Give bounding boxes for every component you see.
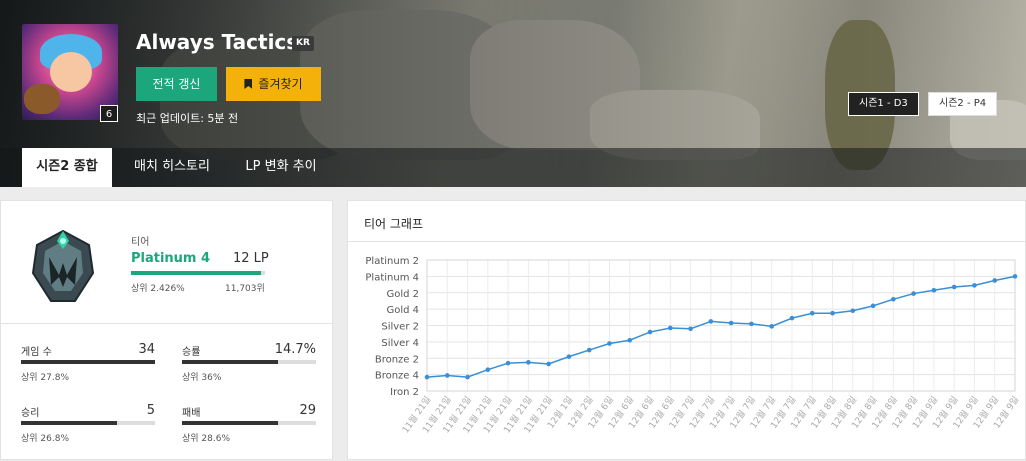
y-tick-label: Silver 4: [381, 338, 419, 349]
data-point: [830, 310, 835, 316]
lp-progress-fill: [131, 271, 261, 275]
stat-label: 승리: [21, 408, 40, 419]
y-tick-label: Platinum 2: [365, 256, 419, 267]
level-badge: 6: [100, 105, 118, 122]
data-point: [485, 367, 491, 373]
tab-match-history[interactable]: 매치 히스토리: [130, 148, 214, 187]
y-tick-label: Platinum 4: [365, 272, 419, 283]
stat-bar-fill: [21, 421, 118, 425]
data-point: [911, 291, 916, 296]
data-point: [951, 284, 957, 290]
tier-lp: 12 LP: [233, 251, 269, 266]
tier-rank-percent: 상위 2.426%: [131, 284, 185, 294]
data-point: [546, 361, 551, 367]
data-point: [627, 337, 633, 343]
tab-bar: 시즌2 종합 매치 히스토리 LP 변화 추이: [0, 148, 1026, 187]
y-tick-label: Bronze 2: [375, 354, 419, 365]
data-point: [1012, 274, 1018, 279]
summoner-name: Always Tactics: [136, 30, 299, 54]
data-point: [728, 320, 734, 326]
tier-heading: 티어: [131, 237, 150, 248]
data-point: [931, 287, 937, 293]
tier-graph-panel: 티어 그래프 Iron 2 Bronze 4 Bronze 2 Silver 4 Sil…: [347, 200, 1026, 460]
stat-value: 34: [138, 342, 155, 357]
lp-progress-bar: [131, 271, 265, 275]
y-tick-label: Gold 2: [386, 289, 419, 300]
tab-lp-trend[interactable]: LP 변화 추이: [236, 148, 326, 187]
data-point: [749, 321, 754, 327]
data-point: [972, 283, 977, 288]
stat-value: 29: [299, 403, 316, 418]
data-point: [586, 347, 592, 353]
graph-title: 티어 그래프: [364, 217, 424, 231]
stat-rank: 상위 36%: [182, 373, 222, 383]
profile-icon-face: [50, 52, 92, 92]
tier-rank-number: 11,703위: [225, 284, 265, 294]
stat-value: 5: [146, 403, 155, 418]
data-point: [992, 278, 998, 283]
bookmark-icon: [244, 79, 253, 89]
stat-bar: [21, 360, 155, 364]
data-point: [444, 373, 450, 378]
stat-rank: 상위 28.6%: [182, 434, 231, 444]
season1-chip[interactable]: 시즌1 - D3: [848, 92, 919, 116]
profile-icon-companion: [24, 84, 60, 114]
stat-bar-fill: [182, 360, 279, 364]
data-point: [505, 360, 511, 366]
stat-label: 게임 수: [21, 347, 52, 358]
stat-bar-fill: [21, 360, 155, 364]
rank-panel: 티어 Platinum 4 12 LP 상위 2.426% 11,703위 게임…: [0, 200, 333, 460]
data-point: [647, 329, 653, 335]
data-point: [668, 325, 673, 331]
profile-header-banner: 6 Always Tactics KR 전적 갱신 즐겨찾기 최근 업데이트: …: [0, 0, 1026, 187]
y-tick-label: Silver 2: [381, 322, 419, 333]
platinum-emblem-icon: [31, 229, 95, 302]
season2-chip[interactable]: 시즌2 - P4: [928, 92, 998, 116]
data-point: [566, 354, 572, 359]
data-point: [850, 308, 856, 314]
y-tick-label: Bronze 4: [375, 371, 419, 382]
data-point: [789, 315, 795, 321]
series-line: [426, 275, 1016, 378]
stat-bar: [182, 360, 316, 364]
stat-bar: [182, 421, 316, 425]
region-badge: KR: [292, 36, 314, 51]
stat-bar: [21, 421, 155, 425]
data-point: [708, 319, 714, 324]
data-point: [607, 341, 612, 346]
stat-rank: 상위 26.8%: [21, 434, 70, 444]
stat-value: 14.7%: [274, 342, 316, 357]
stat-bar-fill: [182, 421, 279, 425]
stat-label: 패배: [182, 408, 201, 419]
tier-line-chart: Iron 2 Bronze 4 Bronze 2 Silver 4 Silver 2 Go…: [365, 256, 1021, 435]
stat-rank: 상위 27.8%: [21, 373, 70, 383]
refresh-button[interactable]: 전적 갱신: [136, 67, 217, 101]
last-update-text: 최근 업데이트: 5분 전: [136, 112, 239, 125]
favorite-button-label: 즐겨찾기: [258, 77, 303, 91]
y-tick-label: Iron 2: [390, 387, 419, 398]
data-point: [809, 310, 815, 316]
data-point: [870, 303, 876, 309]
y-tick-label: Gold 4: [386, 305, 419, 316]
stat-label: 승률: [182, 347, 201, 358]
tab-season-summary[interactable]: 시즌2 종합: [22, 148, 112, 187]
data-point: [465, 374, 470, 380]
data-point: [769, 324, 774, 329]
tier-name: Platinum 4: [131, 251, 211, 266]
rank-divider: [1, 323, 332, 324]
data-point: [526, 360, 531, 365]
favorite-button[interactable]: 즐겨찾기: [226, 67, 321, 101]
data-point: [891, 297, 896, 302]
data-point: [688, 326, 693, 332]
data-point: [424, 374, 430, 380]
